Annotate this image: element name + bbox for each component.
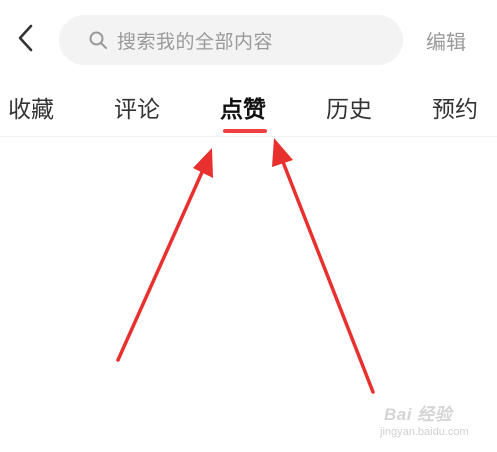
annotation-arrows (116, 138, 375, 394)
watermark: Bai 经验 jingyan.baidu.com (370, 396, 490, 446)
watermark-brand: Bai 经验 (384, 405, 453, 424)
watermark-url: jingyan.baidu.com (380, 426, 469, 438)
left-arrow-annotation (116, 148, 213, 362)
right-arrow-annotation (272, 138, 375, 394)
